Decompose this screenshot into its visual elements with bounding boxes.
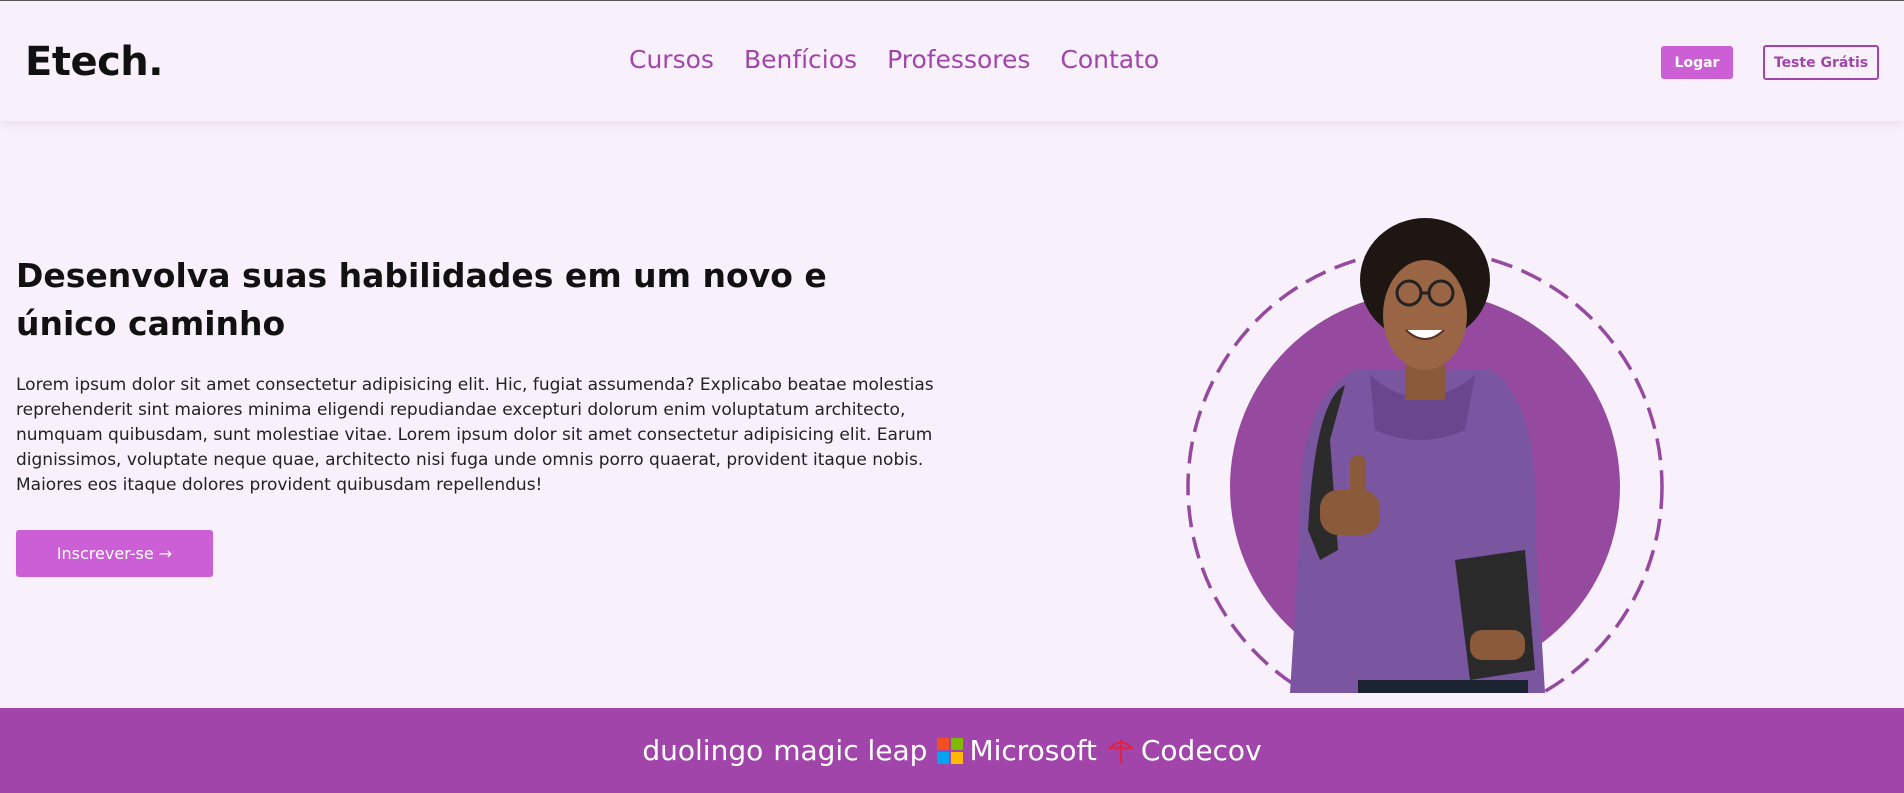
hero-title: Desenvolva suas habilidades em um novo e… — [16, 256, 827, 343]
partner-name: magic leap — [773, 734, 928, 767]
partner-microsoft: Microsoft — [937, 734, 1097, 767]
nav-link-professores[interactable]: Professores — [887, 45, 1030, 74]
signup-button[interactable]: Inscrever-se → — [16, 530, 213, 577]
microsoft-logo-icon — [937, 737, 964, 764]
partner-name: duolingo — [642, 734, 764, 767]
main-nav: Cursos Benfícios Professores Contato — [629, 45, 1159, 74]
nav-link-beneficios[interactable]: Benfícios — [744, 45, 857, 74]
partner-name: Microsoft — [969, 734, 1097, 767]
hero-illustration — [1186, 218, 1664, 693]
partners-bar: duolingo magic leap Microsoft Codecov — [0, 708, 1904, 793]
hero-description: Lorem ipsum dolor sit amet consectetur a… — [16, 375, 934, 495]
partner-duolingo: duolingo — [642, 734, 763, 767]
site-logo[interactable]: Etech. — [25, 39, 163, 85]
nav-link-cursos[interactable]: Cursos — [629, 45, 714, 74]
site-header: Etech. Cursos Benfícios Professores Cont… — [0, 0, 1904, 121]
partner-codecov: Codecov — [1107, 734, 1262, 767]
partner-name: Codecov — [1140, 734, 1262, 767]
login-button[interactable]: Logar — [1661, 46, 1733, 79]
student-figure — [1290, 218, 1545, 693]
nav-link-contato[interactable]: Contato — [1060, 45, 1159, 74]
codecov-umbrella-icon — [1108, 738, 1134, 763]
partner-magic-leap: magic leap — [773, 734, 927, 767]
free-trial-button[interactable]: Teste Grátis — [1763, 45, 1879, 80]
